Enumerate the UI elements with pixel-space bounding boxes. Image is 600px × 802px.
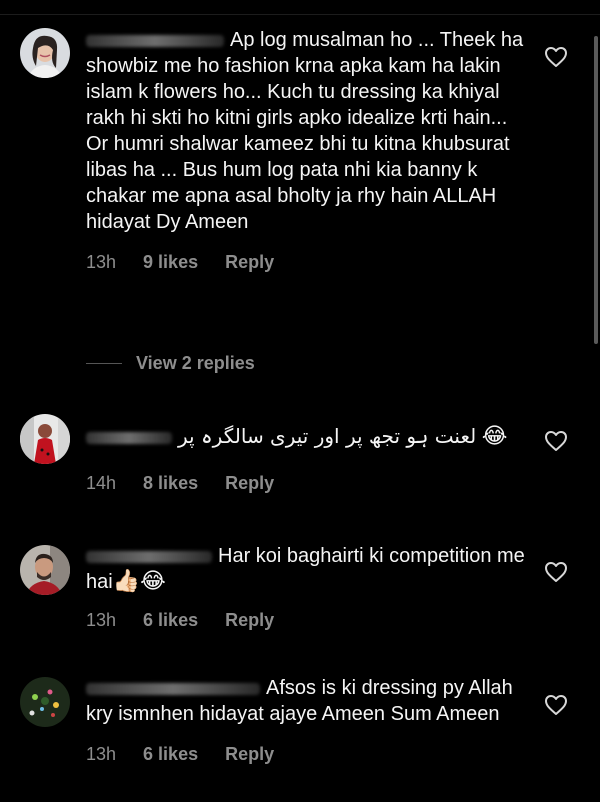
replies-divider	[86, 363, 122, 364]
username[interactable]	[86, 431, 172, 444]
comment-text: لعنت ہو تجھ پر اور تیری سالگرہ پر 😂	[86, 423, 526, 450]
comment-text: Har koi baghairti ki competition me hai👍…	[86, 543, 526, 595]
likes-count[interactable]: 6 likes	[143, 610, 198, 631]
comment-body: Ap log musalman ho ... Theek ha showbiz …	[86, 29, 524, 233]
heart-outline-icon[interactable]	[544, 46, 568, 68]
username[interactable]	[86, 550, 212, 563]
reply-button[interactable]: Reply	[225, 252, 274, 273]
comment-meta: 13h 9 likes Reply	[86, 252, 526, 273]
heart-outline-icon[interactable]	[544, 430, 568, 452]
heart-outline-icon[interactable]	[544, 694, 568, 716]
username[interactable]	[86, 682, 260, 695]
comment-body: لعنت ہو تجھ پر اور تیری سالگرہ پر	[178, 424, 477, 448]
scrollbar[interactable]	[594, 36, 598, 344]
timestamp: 13h	[86, 610, 117, 630]
avatar[interactable]	[20, 677, 70, 727]
reply-button[interactable]: Reply	[225, 744, 274, 765]
top-divider	[0, 14, 600, 15]
comment-text: Afsos is ki dressing py Allah kry ismnhe…	[86, 675, 526, 727]
likes-count[interactable]: 6 likes	[143, 744, 198, 765]
laughing-emoji-icon: 😂	[481, 424, 508, 449]
likes-count[interactable]: 9 likes	[143, 252, 198, 273]
avatar[interactable]	[20, 414, 70, 464]
comment-meta: 13h 6 likes Reply	[86, 744, 526, 765]
comment-text: Ap log musalman ho ... Theek ha showbiz …	[86, 27, 526, 235]
heart-outline-icon[interactable]	[544, 561, 568, 583]
timestamp: 14h	[86, 473, 117, 493]
likes-count[interactable]: 8 likes	[143, 473, 198, 494]
view-replies-button[interactable]: View 2 replies	[86, 353, 255, 374]
avatar[interactable]	[20, 545, 70, 595]
comment-meta: 14h 8 likes Reply	[86, 473, 526, 494]
timestamp: 13h	[86, 744, 117, 764]
reply-button[interactable]: Reply	[225, 610, 274, 631]
thumbs-up-laughing-emoji-icon: 👍🏻😂	[112, 569, 166, 594]
view-replies-label[interactable]: View 2 replies	[136, 353, 255, 374]
avatar[interactable]	[20, 28, 70, 78]
username[interactable]	[86, 34, 224, 47]
comment-meta: 13h 6 likes Reply	[86, 610, 526, 631]
timestamp: 13h	[86, 252, 117, 272]
reply-button[interactable]: Reply	[225, 473, 274, 494]
